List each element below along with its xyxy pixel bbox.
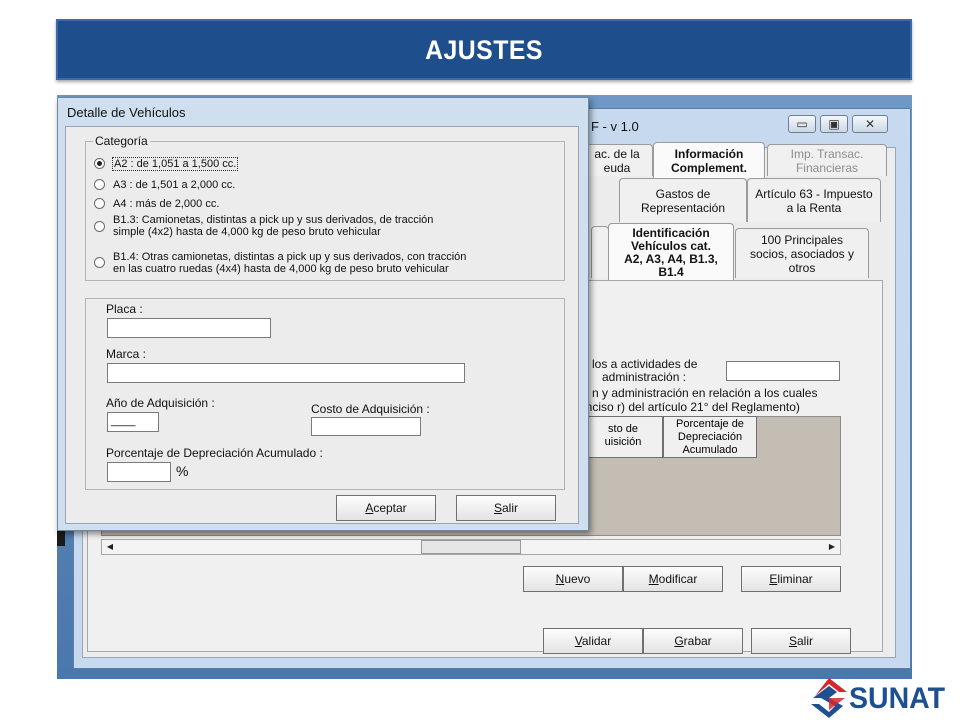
- placa-input[interactable]: [107, 318, 271, 338]
- radio-b13[interactable]: [94, 221, 105, 232]
- activity-amount-field[interactable]: [726, 361, 840, 381]
- placa-label: Placa :: [106, 302, 143, 316]
- dialog-body: Categoría A2 : de 1,051 a 1,500 cc. A3 :…: [65, 126, 579, 524]
- header-banner: AJUSTES: [56, 19, 912, 80]
- detalle-vehiculos-dialog: Detalle de Vehículos Categoría A2 : de 1…: [57, 97, 589, 531]
- grabar-button[interactable]: Grabar: [643, 628, 743, 654]
- scroll-left-arrow[interactable]: ◀: [102, 540, 118, 554]
- tab-100-principales-socios[interactable]: 100 Principales socios, asociados y otro…: [735, 228, 869, 278]
- marca-input[interactable]: [107, 363, 465, 383]
- maximize-button[interactable]: ▣: [820, 115, 848, 133]
- sunat-logo: SUNAT: [807, 676, 960, 720]
- scroll-right-arrow[interactable]: ▶: [824, 540, 840, 554]
- close-button[interactable]: ✕: [852, 115, 888, 133]
- radio-b13-label[interactable]: B1.3: Camionetas, distintas a pick up y …: [113, 214, 433, 238]
- tab-transac-deuda[interactable]: ac. de la euda: [581, 144, 653, 176]
- radio-a2-label[interactable]: A2 : de 1,051 a 1,500 cc.: [112, 157, 239, 171]
- tab-imp-transac-financieras[interactable]: Imp. Transac. Financieras: [767, 144, 887, 176]
- radio-a4-label[interactable]: A4 : más de 2,000 cc.: [113, 198, 219, 210]
- minimize-button[interactable]: ▭: [788, 115, 816, 133]
- nuevo-button[interactable]: Nuevo: [523, 566, 623, 592]
- porcentaje-depreciacion-input[interactable]: [107, 462, 171, 482]
- validar-button[interactable]: Validar: [543, 628, 643, 654]
- radio-a3[interactable]: [94, 179, 105, 190]
- marca-label: Marca :: [106, 347, 147, 361]
- tab-partial-left[interactable]: [591, 226, 609, 278]
- tab-identificacion-vehiculos[interactable]: Identificación Vehículos cat. A2, A3, A4…: [608, 223, 734, 281]
- activity-label-line1: los a actividades de: [592, 357, 698, 371]
- radio-a4[interactable]: [94, 198, 105, 209]
- banner-title: AJUSTES: [425, 35, 543, 65]
- radio-a2[interactable]: [94, 158, 105, 169]
- radio-a3-label[interactable]: A3 : de 1,501 a 2,000 cc.: [113, 179, 235, 191]
- activity-label-line2: administración :: [602, 370, 687, 384]
- sunat-logo-text: SUNAT: [849, 682, 946, 715]
- categoria-group-label: Categoría: [93, 134, 150, 148]
- anio-adquisicion-input[interactable]: ____: [107, 412, 159, 432]
- grid-header-costo: sto de uisición: [583, 416, 663, 458]
- sunat-emblem-icon: [811, 678, 847, 718]
- porcentaje-depreciacion-label: Porcentaje de Depreciación Acumulado :: [106, 446, 323, 460]
- tab-articulo-63[interactable]: Artículo 63 - Impuesto a la Renta: [747, 178, 881, 222]
- aceptar-button[interactable]: Aceptar: [336, 495, 436, 521]
- salir-button[interactable]: Salir: [751, 628, 851, 654]
- tab-gastos-representacion[interactable]: Gastos de Representación: [619, 178, 747, 222]
- admin-label-line1: n y administración en relación a los cua…: [592, 386, 818, 400]
- dialog-salir-button[interactable]: Salir: [456, 495, 556, 521]
- costo-adquisicion-label: Costo de Adquisición :: [311, 402, 430, 416]
- tab-informacion-complement[interactable]: Información Complement.: [653, 142, 765, 178]
- dialog-title: Detalle de Vehículos: [67, 105, 186, 120]
- scroll-thumb[interactable]: [421, 540, 521, 554]
- modificar-button[interactable]: Modificar: [623, 566, 723, 592]
- radio-b14-label[interactable]: B1.4: Otras camionetas, distintas a pick…: [113, 251, 466, 275]
- window-title: F - v 1.0: [591, 119, 639, 134]
- radio-b14[interactable]: [94, 257, 105, 268]
- costo-adquisicion-input[interactable]: [311, 417, 421, 436]
- eliminar-button[interactable]: Eliminar: [741, 566, 841, 592]
- anio-adquisicion-label: Año de Adquisición :: [106, 396, 215, 410]
- percent-sign: %: [176, 463, 189, 479]
- admin-label-line2: inciso r) del artículo 21° del Reglament…: [583, 400, 800, 414]
- grid-header-porcentaje: Porcentaje de Depreciación Acumulado: [663, 416, 757, 458]
